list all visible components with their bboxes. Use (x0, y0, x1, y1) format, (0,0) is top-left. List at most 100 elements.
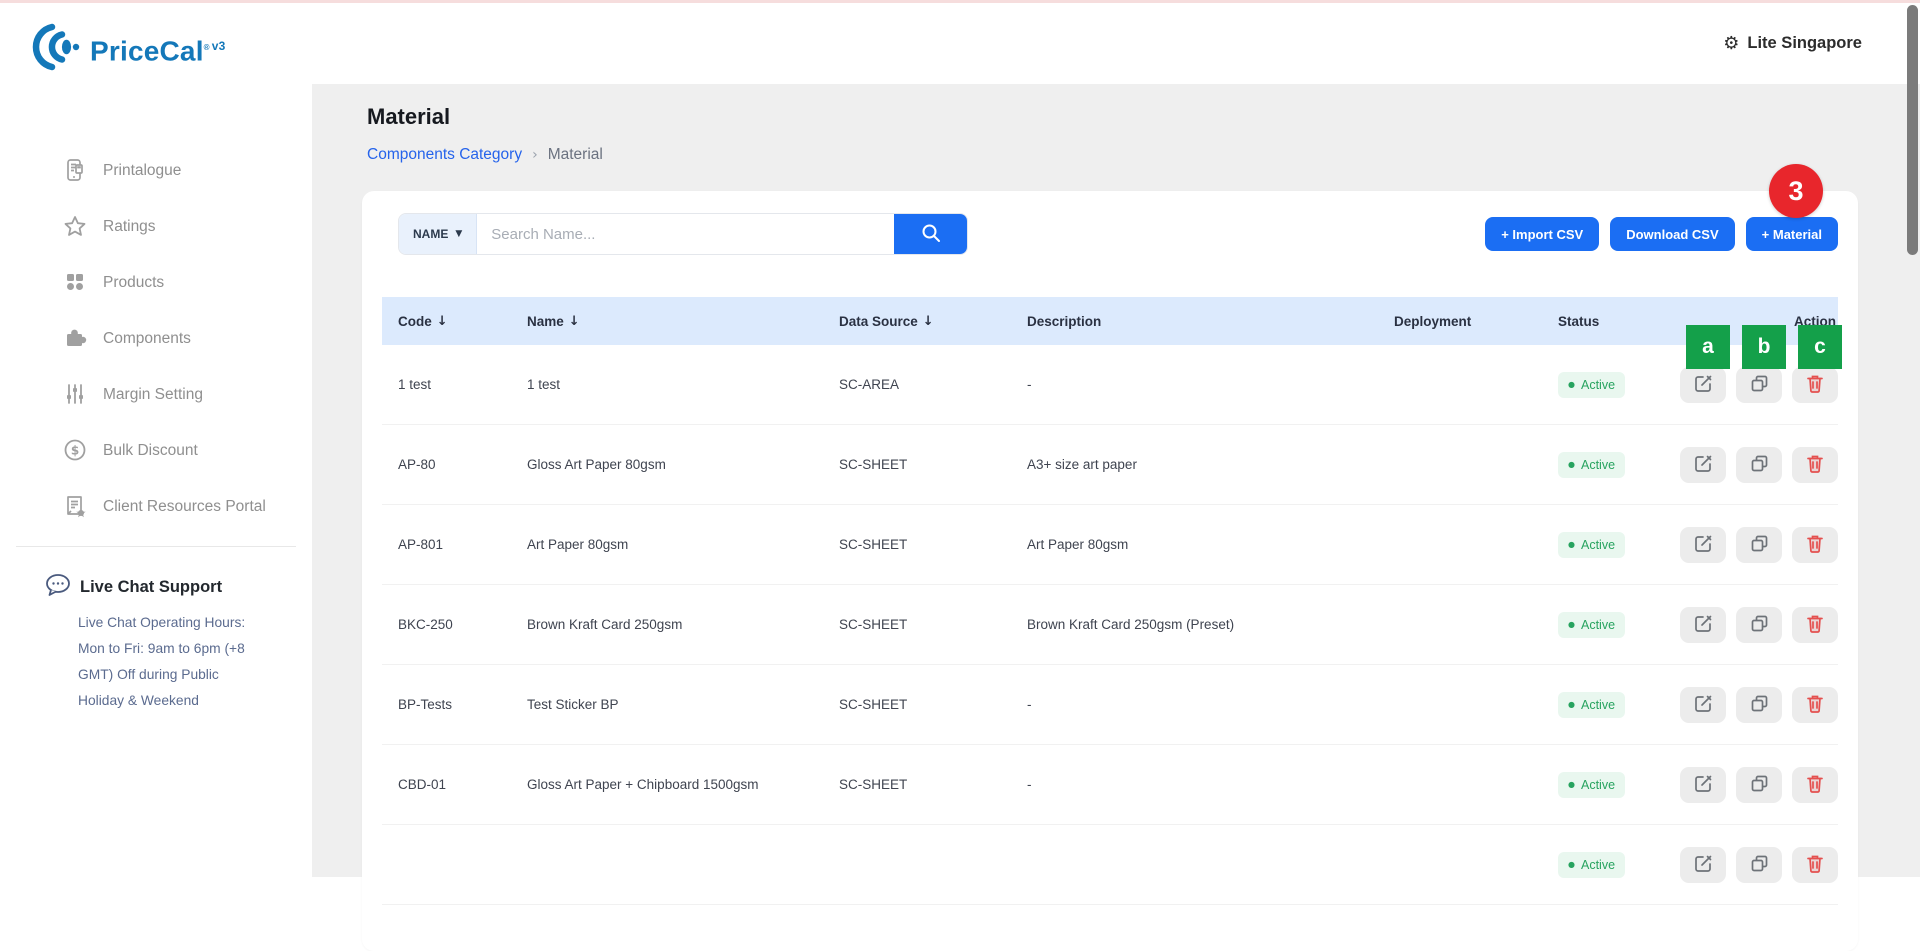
sidebar-item-margin-setting[interactable]: Margin Setting (0, 372, 312, 416)
sidebar-item-ratings[interactable]: Ratings (0, 204, 312, 248)
copy-icon (1750, 454, 1769, 476)
cell-name: Test Sticker BP (511, 697, 823, 712)
delete-button[interactable] (1792, 527, 1838, 563)
status-badge: ●Active (1558, 532, 1625, 558)
app-logo[interactable]: PriceCal®v3 (30, 21, 312, 78)
status-dot-icon: ● (1568, 701, 1575, 709)
cell-action (1680, 687, 1838, 723)
cell-code: AP-801 (382, 537, 511, 552)
account-menu[interactable]: ⚙ Lite Singapore (1723, 33, 1862, 54)
sort-down-icon: ↓ (437, 314, 448, 329)
chat-bubble-icon (45, 573, 71, 602)
copy-icon (1750, 534, 1769, 556)
app-logo-wordmark: PriceCal®v3 (90, 21, 226, 76)
edit-icon (1694, 374, 1713, 396)
edit-button[interactable] (1680, 767, 1726, 803)
cell-description: - (1011, 777, 1378, 792)
pricecal-logo-icon (30, 21, 82, 78)
search-input[interactable] (477, 214, 894, 254)
sidebar-item-components[interactable]: Components (0, 316, 312, 360)
column-header-code[interactable]: Code↓ (382, 314, 511, 329)
column-header-name[interactable]: Name↓ (511, 314, 823, 329)
table-row: AP-801Art Paper 80gsmSC-SHEETArt Paper 8… (382, 505, 1838, 585)
edit-button[interactable] (1680, 367, 1726, 403)
edit-button[interactable] (1680, 527, 1726, 563)
copy-icon (1750, 614, 1769, 636)
annotation-badge-3: 3 (1769, 164, 1823, 218)
duplicate-button[interactable] (1736, 367, 1782, 403)
status-badge: ●Active (1558, 452, 1625, 478)
sidebar-item-label: Printalogue (103, 160, 181, 181)
cell-code: BP-Tests (382, 697, 511, 712)
status-dot-icon: ● (1568, 461, 1575, 469)
delete-button[interactable] (1792, 847, 1838, 883)
edit-button[interactable] (1680, 607, 1726, 643)
cell-status: ●Active (1542, 532, 1680, 558)
sidebar: PriceCal®v3 Printalogue Ratings Products… (0, 3, 312, 877)
duplicate-button[interactable] (1736, 767, 1782, 803)
material-card: 3 NAME ▼ + Import CSV (362, 191, 1858, 951)
sidebar-item-label: Margin Setting (103, 384, 203, 405)
account-name: Lite Singapore (1747, 34, 1862, 53)
breadcrumb-parent-link[interactable]: Components Category (367, 146, 522, 164)
puzzle-icon (62, 327, 88, 349)
cell-status: ●Active (1542, 452, 1680, 478)
delete-button[interactable] (1792, 767, 1838, 803)
edit-button[interactable] (1680, 847, 1726, 883)
duplicate-button[interactable] (1736, 607, 1782, 643)
copy-icon (1750, 774, 1769, 796)
column-header-deployment: Deployment (1378, 314, 1542, 329)
edit-button[interactable] (1680, 447, 1726, 483)
breadcrumb-separator-icon: › (532, 147, 538, 163)
top-bar: ⚙ Lite Singapore (312, 3, 1920, 84)
sidebar-item-printalogue[interactable]: Printalogue (0, 148, 312, 192)
search-field-dropdown[interactable]: NAME ▼ (399, 214, 477, 254)
duplicate-button[interactable] (1736, 847, 1782, 883)
status-dot-icon: ● (1568, 781, 1575, 789)
cell-data-source: SC-SHEET (823, 777, 1011, 792)
phone-icon (62, 158, 88, 182)
download-csv-button[interactable]: Download CSV (1610, 217, 1734, 251)
annotation-mark-b: b (1742, 325, 1786, 369)
sidebar-item-bulk-discount[interactable]: $ Bulk Discount (0, 428, 312, 472)
toolbar-buttons: + Import CSV Download CSV + Material (1485, 217, 1838, 251)
breadcrumb-current: Material (548, 146, 603, 164)
status-badge: ●Active (1558, 772, 1625, 798)
delete-button[interactable] (1792, 367, 1838, 403)
scrollbar-thumb[interactable] (1907, 5, 1918, 255)
cell-action (1680, 527, 1838, 563)
dollar-circle-icon: $ (62, 438, 88, 462)
delete-button[interactable] (1792, 687, 1838, 723)
column-header-data-source[interactable]: Data Source↓ (823, 314, 1011, 329)
table-row: CBD-01Gloss Art Paper + Chipboard 1500gs… (382, 745, 1838, 825)
trash-icon (1806, 694, 1824, 716)
cell-description: Brown Kraft Card 250gsm (Preset) (1011, 617, 1378, 632)
cell-description: - (1011, 697, 1378, 712)
sidebar-item-label: Bulk Discount (103, 440, 198, 461)
edit-icon (1694, 854, 1713, 876)
cell-status: ●Active (1542, 692, 1680, 718)
duplicate-button[interactable] (1736, 447, 1782, 483)
delete-button[interactable] (1792, 447, 1838, 483)
cell-action (1680, 767, 1838, 803)
duplicate-button[interactable] (1736, 687, 1782, 723)
sliders-icon (62, 383, 88, 405)
search-button[interactable] (894, 214, 967, 254)
trash-icon (1806, 534, 1824, 556)
grid-icon (62, 271, 88, 293)
column-header-status: Status (1542, 314, 1680, 329)
cell-description: - (1011, 377, 1378, 392)
cell-name: 1 test (511, 377, 823, 392)
add-material-button[interactable]: + Material (1746, 217, 1838, 251)
table-row: 1 test1 testSC-AREA-●Active (382, 345, 1838, 425)
import-csv-button[interactable]: + Import CSV (1485, 217, 1599, 251)
edit-icon (1694, 614, 1713, 636)
table-body: 1 test1 testSC-AREA-●ActiveAP-80Gloss Ar… (382, 345, 1838, 905)
status-dot-icon: ● (1568, 861, 1575, 869)
edit-button[interactable] (1680, 687, 1726, 723)
duplicate-button[interactable] (1736, 527, 1782, 563)
sidebar-item-products[interactable]: Products (0, 260, 312, 304)
edit-icon (1694, 694, 1713, 716)
sidebar-item-client-resources-portal[interactable]: ★ Client Resources Portal (0, 484, 312, 528)
delete-button[interactable] (1792, 607, 1838, 643)
